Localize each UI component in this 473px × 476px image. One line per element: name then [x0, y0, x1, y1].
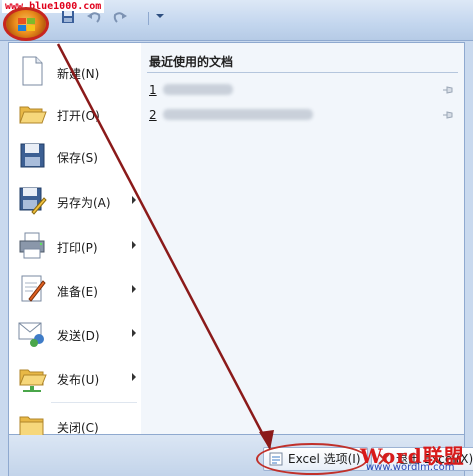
- menu-divider: [51, 402, 137, 403]
- menu-item-save-as[interactable]: 另存为(A): [9, 180, 140, 222]
- recent-item-name: blurred: [163, 84, 233, 95]
- submenu-arrow-icon: [132, 196, 136, 204]
- recent-item-number: 2: [149, 108, 157, 122]
- submenu-arrow-icon: [132, 285, 136, 293]
- recent-documents-panel: 最近使用的文档 1 blurred 2 blurred: [141, 43, 464, 434]
- quick-access-separator: [148, 12, 149, 25]
- menu-item-label: 保存(S): [57, 151, 98, 165]
- submenu-arrow-icon: [132, 329, 136, 337]
- open-folder-icon: [19, 106, 47, 124]
- save-icon[interactable]: [60, 10, 76, 26]
- save-as-icon: [19, 187, 47, 215]
- recent-document-item[interactable]: 1 blurred: [149, 80, 456, 100]
- highlight-ellipse: [256, 443, 368, 475]
- office-logo-icon: [18, 18, 36, 32]
- office-button[interactable]: [3, 7, 49, 41]
- prepare-icon: [21, 275, 46, 302]
- menu-item-publish[interactable]: 发布(U): [9, 357, 140, 399]
- save-icon: [20, 143, 45, 168]
- menu-item-label: 另存为(A): [57, 196, 111, 210]
- title-bar: www.blue1000.com: [0, 0, 473, 41]
- menu-item-label: 准备(E): [57, 285, 98, 299]
- command-list: 新建(N) 打开(O) 保存(S) 另存为(A) 打印(P) 准备(E) 发送(…: [9, 43, 142, 437]
- menu-item-label: 发送(D): [57, 329, 100, 343]
- pin-icon[interactable]: [442, 83, 456, 97]
- pin-icon[interactable]: [442, 108, 456, 122]
- menu-item-send[interactable]: 发送(D): [9, 313, 140, 355]
- recent-item-number: 1: [149, 83, 157, 97]
- menu-item-label: 打印(P): [57, 241, 98, 255]
- menu-item-save[interactable]: 保存(S): [9, 135, 140, 177]
- menu-item-label: 关闭(C): [57, 421, 99, 435]
- publish-icon: [19, 369, 47, 392]
- menu-item-prepare[interactable]: 准备(E): [9, 269, 140, 311]
- undo-icon[interactable]: [86, 10, 102, 26]
- new-document-icon: [22, 56, 43, 86]
- recent-item-name: blurred: [163, 109, 313, 120]
- recent-document-item[interactable]: 2 blurred: [149, 105, 456, 125]
- menu-item-label: 新建(N): [57, 67, 100, 81]
- recent-divider: [147, 72, 458, 73]
- submenu-arrow-icon: [132, 373, 136, 381]
- menu-item-label: 打开(O): [57, 109, 100, 123]
- submenu-arrow-icon: [132, 241, 136, 249]
- menu-item-new[interactable]: 新建(N): [9, 51, 140, 93]
- send-icon: [18, 322, 44, 347]
- print-icon: [19, 232, 45, 259]
- brand-url: www.wordlm.com: [366, 462, 455, 473]
- recent-documents-title: 最近使用的文档: [149, 55, 234, 69]
- menu-item-print[interactable]: 打印(P): [9, 225, 140, 267]
- office-menu: 新建(N) 打开(O) 保存(S) 另存为(A) 打印(P) 准备(E) 发送(…: [8, 42, 465, 437]
- menu-item-open[interactable]: 打开(O): [9, 93, 140, 135]
- chevron-down-icon[interactable]: [152, 10, 168, 26]
- menu-item-label: 发布(U): [57, 373, 100, 387]
- redo-icon[interactable]: [112, 10, 128, 26]
